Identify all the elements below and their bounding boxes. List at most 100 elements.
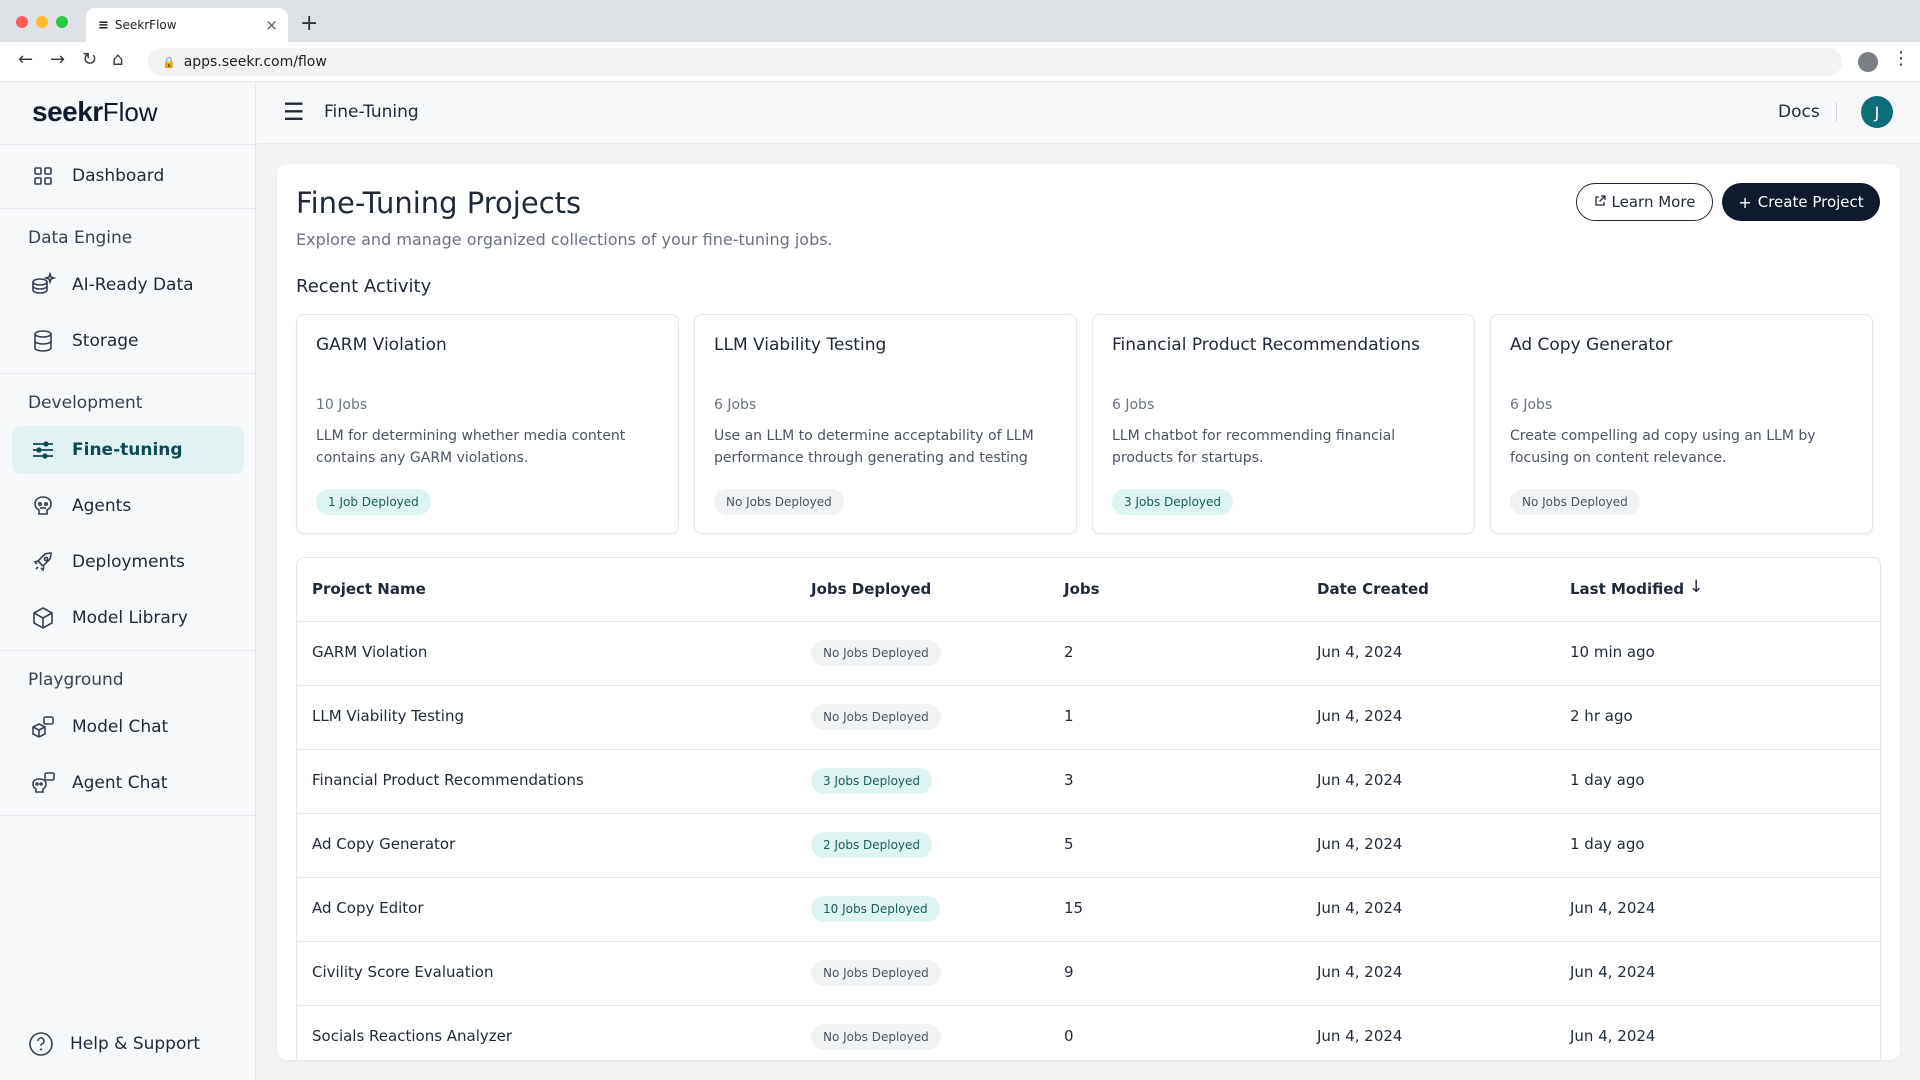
reload-icon[interactable]: ↻ bbox=[82, 49, 97, 70]
rocket-icon bbox=[30, 550, 56, 574]
status-badge: 1 Job Deployed bbox=[316, 489, 431, 515]
robot-icon bbox=[30, 494, 56, 518]
cell-last-modified: Jun 4, 2024 bbox=[1570, 963, 1656, 981]
sliders-icon bbox=[30, 438, 56, 462]
column-header-last-modified[interactable]: Last Modified bbox=[1570, 580, 1684, 598]
table-row[interactable]: Ad Copy Generator 2 Jobs Deployed 5 Jun … bbox=[297, 814, 1880, 878]
back-icon[interactable]: ← bbox=[18, 49, 33, 70]
recent-card-financial-product-recommendations[interactable]: Financial Product Recommendations 6 Jobs… bbox=[1092, 314, 1475, 534]
browser-tab[interactable]: ≡ SeekrFlow × bbox=[86, 8, 288, 42]
table-row[interactable]: Ad Copy Editor 10 Jobs Deployed 15 Jun 4… bbox=[297, 878, 1880, 942]
sidebar-item-fine-tuning[interactable]: Fine-tuning bbox=[12, 426, 244, 474]
sidebar-item-storage[interactable]: Storage bbox=[12, 317, 244, 365]
table-row[interactable]: LLM Viability Testing No Jobs Deployed 1… bbox=[297, 686, 1880, 750]
sidebar-divider bbox=[0, 650, 256, 651]
status-badge: No Jobs Deployed bbox=[811, 704, 941, 730]
recent-card-ad-copy-generator[interactable]: Ad Copy Generator 6 Jobs Create compelli… bbox=[1490, 314, 1873, 534]
card-job-count: 10 Jobs bbox=[316, 397, 368, 413]
sidebar-divider bbox=[0, 208, 256, 209]
card-title: LLM Viability Testing bbox=[714, 335, 887, 355]
cell-date-created: Jun 4, 2024 bbox=[1317, 835, 1403, 853]
card-title: Financial Product Recommendations bbox=[1112, 335, 1421, 355]
section-data-engine: Data Engine bbox=[28, 228, 133, 248]
cell-project-name: Financial Product Recommendations bbox=[312, 771, 584, 789]
sidebar-item-agents[interactable]: Agents bbox=[12, 482, 244, 530]
cell-date-created: Jun 4, 2024 bbox=[1317, 771, 1403, 789]
column-header-date-created[interactable]: Date Created bbox=[1317, 580, 1429, 598]
lock-icon: 🔒 bbox=[162, 55, 176, 69]
sidebar-item-agent-chat[interactable]: Agent Chat bbox=[12, 759, 244, 807]
browser-tabstrip: ≡ SeekrFlow × + bbox=[0, 0, 1920, 42]
recent-card-garm-violation[interactable]: GARM Violation 10 Jobs LLM for determini… bbox=[296, 314, 679, 534]
recent-card-llm-viability-testing[interactable]: LLM Viability Testing 6 Jobs Use an LLM … bbox=[694, 314, 1077, 534]
page-title: Fine-Tuning Projects bbox=[296, 186, 582, 220]
status-badge: No Jobs Deployed bbox=[811, 640, 941, 666]
cell-jobs: 0 bbox=[1064, 1027, 1074, 1045]
sidebar-divider bbox=[0, 815, 256, 816]
tab-title: SeekrFlow bbox=[114, 18, 177, 32]
card-description: Create compelling ad copy using an LLM b… bbox=[1510, 428, 1816, 466]
header-divider bbox=[1836, 102, 1837, 122]
top-header: ☰ Fine-Tuning Docs J bbox=[257, 82, 1920, 144]
browser-toolbar: ← → ↻ ⌂ 🔒 apps.seekr.com/flow ⋮ bbox=[0, 42, 1920, 82]
cell-last-modified: 2 hr ago bbox=[1570, 707, 1633, 725]
forward-icon[interactable]: → bbox=[50, 49, 65, 70]
browser-profile-icon[interactable] bbox=[1858, 52, 1878, 72]
url-text: apps.seekr.com/flow bbox=[183, 54, 327, 70]
minimize-window-button[interactable] bbox=[36, 16, 48, 28]
browser-menu-icon[interactable]: ⋮ bbox=[1892, 48, 1910, 69]
address-bar[interactable]: 🔒 apps.seekr.com/flow bbox=[148, 48, 1842, 76]
database-sparkle-icon bbox=[30, 272, 56, 298]
cell-project-name: Civility Score Evaluation bbox=[312, 963, 494, 981]
card-job-count: 6 Jobs bbox=[1510, 397, 1553, 413]
cube-chat-icon bbox=[30, 714, 56, 740]
seekrflow-logo[interactable]: seekr Flow bbox=[32, 96, 158, 136]
recent-activity-heading: Recent Activity bbox=[296, 276, 432, 297]
create-project-button[interactable]: + Create Project bbox=[1722, 183, 1880, 221]
column-header-jobs[interactable]: Jobs bbox=[1064, 580, 1100, 598]
status-badge: 3 Jobs Deployed bbox=[1112, 489, 1234, 515]
sidebar-divider bbox=[0, 144, 256, 145]
table-row[interactable]: GARM Violation No Jobs Deployed 2 Jun 4,… bbox=[297, 622, 1880, 686]
close-window-button[interactable] bbox=[16, 16, 28, 28]
table-row[interactable]: Socials Reactions Analyzer No Jobs Deplo… bbox=[297, 1006, 1880, 1060]
cell-last-modified: Jun 4, 2024 bbox=[1570, 1027, 1656, 1045]
sidebar-divider bbox=[0, 373, 256, 374]
column-header-project-name[interactable]: Project Name bbox=[312, 580, 426, 598]
page-subtitle: Explore and manage organized collections… bbox=[296, 230, 833, 249]
user-avatar[interactable]: J bbox=[1861, 96, 1893, 128]
hamburger-menu-icon[interactable]: ☰ bbox=[283, 98, 305, 126]
main-content: Fine-Tuning Projects Explore and manage … bbox=[277, 164, 1900, 1060]
seekr-favicon-icon: ≡ bbox=[98, 17, 109, 33]
sidebar-item-model-chat[interactable]: Model Chat bbox=[12, 703, 244, 751]
docs-link[interactable]: Docs bbox=[1778, 102, 1820, 122]
card-description: LLM for determining whether media conten… bbox=[316, 428, 626, 466]
cell-last-modified: 10 min ago bbox=[1570, 643, 1655, 661]
column-header-jobs-deployed[interactable]: Jobs Deployed bbox=[811, 580, 931, 598]
cell-project-name: Socials Reactions Analyzer bbox=[312, 1027, 513, 1045]
cell-last-modified: Jun 4, 2024 bbox=[1570, 899, 1656, 917]
sort-descending-icon[interactable]: ↓ bbox=[1689, 577, 1703, 597]
cell-last-modified: 1 day ago bbox=[1570, 771, 1645, 789]
cell-jobs: 15 bbox=[1064, 899, 1084, 917]
table-row[interactable]: Financial Product Recommendations 3 Jobs… bbox=[297, 750, 1880, 814]
status-badge: 3 Jobs Deployed bbox=[811, 768, 933, 794]
new-tab-icon[interactable]: + bbox=[300, 11, 318, 36]
sidebar-item-deployments[interactable]: Deployments bbox=[12, 538, 244, 586]
sidebar-item-ai-ready-data[interactable]: AI-Ready Data bbox=[12, 261, 244, 309]
grid-icon bbox=[30, 166, 56, 186]
sidebar-item-model-library[interactable]: Model Library bbox=[12, 594, 244, 642]
learn-more-button[interactable]: Learn More bbox=[1576, 183, 1713, 221]
tab-close-icon[interactable]: × bbox=[265, 16, 278, 34]
maximize-window-button[interactable] bbox=[56, 16, 68, 28]
cell-project-name: LLM Viability Testing bbox=[312, 707, 464, 725]
table-row[interactable]: Civility Score Evaluation No Jobs Deploy… bbox=[297, 942, 1880, 1006]
sidebar-item-help-support[interactable]: Help & Support bbox=[10, 1020, 242, 1068]
section-playground: Playground bbox=[28, 670, 124, 690]
home-icon[interactable]: ⌂ bbox=[112, 49, 123, 70]
sidebar: seekr Flow Dashboard Data Engine AI-Read… bbox=[0, 82, 256, 1080]
sidebar-item-dashboard[interactable]: Dashboard bbox=[12, 152, 244, 200]
cell-last-modified: 1 day ago bbox=[1570, 835, 1645, 853]
cell-date-created: Jun 4, 2024 bbox=[1317, 899, 1403, 917]
cell-jobs: 3 bbox=[1064, 771, 1074, 789]
